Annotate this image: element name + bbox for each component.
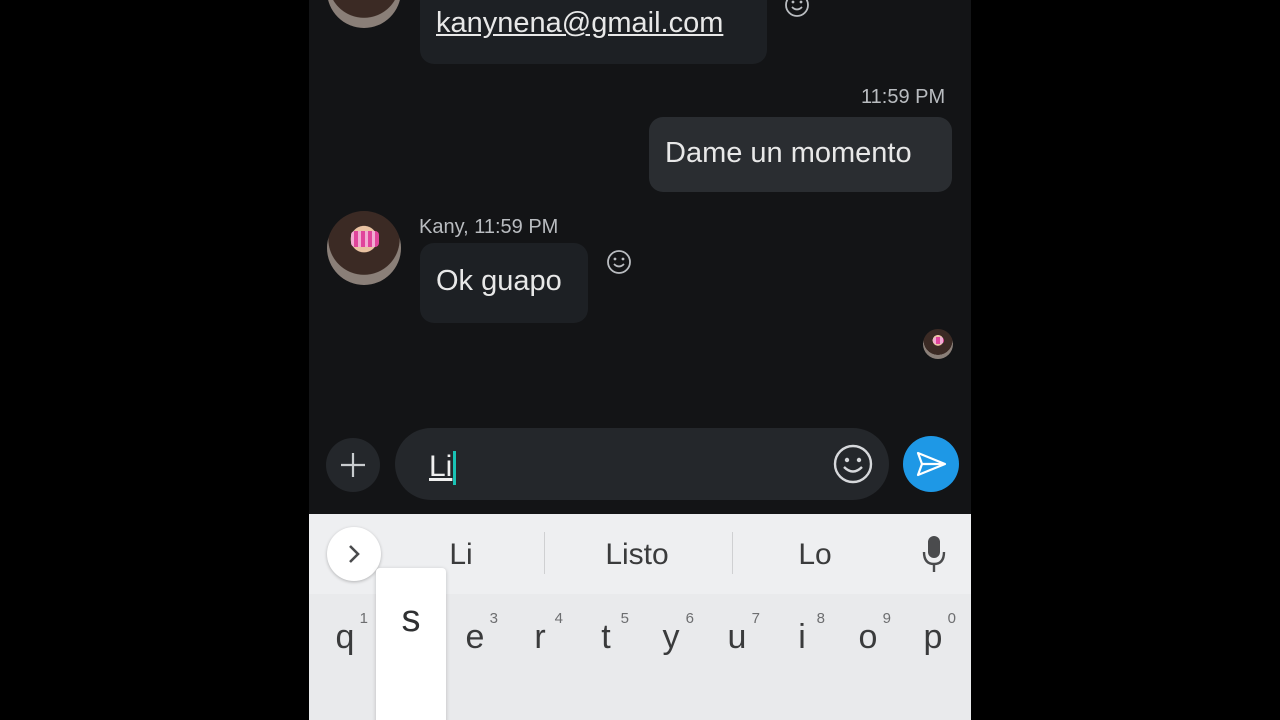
- read-receipt-avatar: [923, 329, 953, 359]
- email-link[interactable]: kanynena@gmail.com: [436, 7, 723, 40]
- key-preview-char: s: [401, 598, 421, 640]
- smiley-icon[interactable]: [831, 442, 875, 486]
- suggestion-3[interactable]: Lo: [735, 538, 895, 572]
- message-composer: Li: [309, 424, 971, 514]
- on-screen-keyboard: Li Listo Lo q1 w2 e3 r4 t5 y6 u7 i8 o9 p…: [309, 514, 971, 720]
- add-reaction-icon[interactable]: [606, 249, 632, 275]
- microphone-icon[interactable]: [921, 534, 947, 574]
- sender-and-time: Kany, 11:59 PM: [419, 216, 559, 238]
- key-t[interactable]: t5: [581, 604, 631, 674]
- message-bubble-incoming[interactable]: kanynena@gmail.com: [420, 0, 767, 64]
- key-p[interactable]: p0: [908, 604, 958, 674]
- suggestion-2[interactable]: Listo: [557, 538, 717, 572]
- plus-icon: [341, 453, 365, 477]
- send-icon: [916, 451, 947, 477]
- key-o[interactable]: o9: [843, 604, 893, 674]
- send-button[interactable]: [903, 436, 959, 492]
- message-text: Ok guapo: [436, 265, 562, 297]
- key-u[interactable]: u7: [712, 604, 762, 674]
- message-input[interactable]: Li: [395, 428, 889, 500]
- divider: [732, 532, 733, 574]
- suggestion-1[interactable]: Li: [381, 538, 541, 572]
- phone-screen: kanynena@gmail.com 11:59 PM Dame un mome…: [309, 0, 971, 720]
- key-r[interactable]: r4: [515, 604, 565, 674]
- add-reaction-icon[interactable]: [784, 0, 810, 18]
- input-value: Li: [429, 450, 453, 483]
- add-attachment-button[interactable]: [326, 438, 380, 492]
- key-y[interactable]: y6: [646, 604, 696, 674]
- text-caret: [453, 451, 457, 486]
- message-bubble-outgoing[interactable]: Dame un momento: [649, 117, 952, 192]
- message-timestamp: 11:59 PM: [861, 86, 946, 108]
- contact-avatar[interactable]: [327, 0, 401, 28]
- message-bubble-incoming[interactable]: Ok guapo: [420, 243, 588, 323]
- keyboard-menu-button[interactable]: [327, 527, 381, 581]
- key-i[interactable]: i8: [777, 604, 827, 674]
- message-text: Dame un momento: [665, 137, 912, 169]
- contact-avatar[interactable]: [327, 211, 401, 285]
- key-preview-popup: s: [376, 568, 446, 720]
- divider: [544, 532, 545, 574]
- key-q[interactable]: q1: [320, 604, 370, 674]
- key-e[interactable]: e3: [450, 604, 500, 674]
- chevron-right-icon: [349, 545, 360, 563]
